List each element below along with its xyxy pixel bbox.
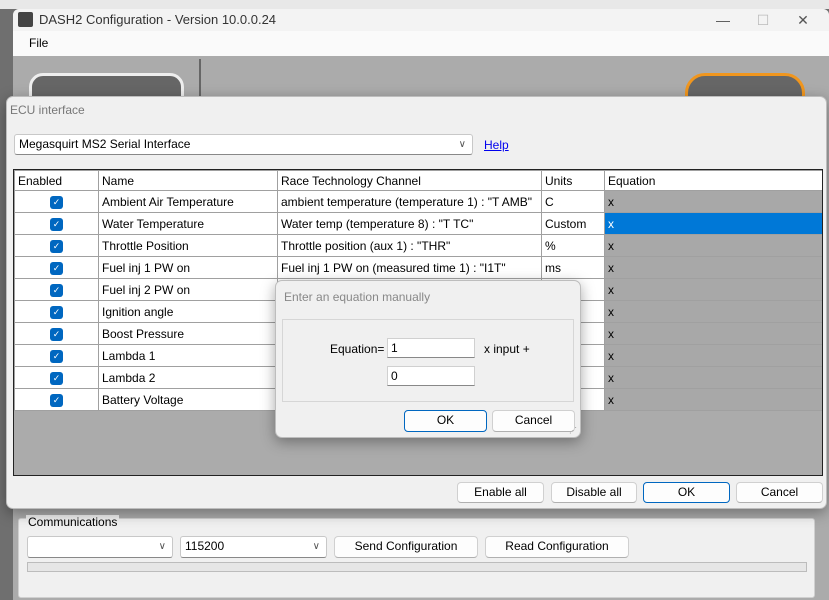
name-cell[interactable]: Fuel inj 1 PW on	[98, 256, 278, 279]
help-link[interactable]: Help	[484, 138, 509, 152]
disable-all-button[interactable]: Disable all	[551, 482, 637, 503]
equation-cell[interactable]: x	[604, 388, 822, 411]
enabled-cell[interactable]: ✓	[14, 322, 99, 345]
maximize-button[interactable]: ☐	[743, 9, 783, 31]
name-cell[interactable]: Battery Voltage	[98, 388, 278, 411]
communications-label: Communications	[26, 515, 120, 529]
units-cell[interactable]: Custom	[541, 212, 605, 235]
units-cell[interactable]: %	[541, 234, 605, 257]
equation-dialog: Enter an equation manually Equation= 1 x…	[275, 280, 581, 438]
title-bar: DASH2 Configuration - Version 10.0.0.24 …	[13, 9, 829, 31]
equation-cell[interactable]: x	[604, 322, 822, 345]
ok-button[interactable]: OK	[643, 482, 730, 503]
equation-dialog-title: Enter an equation manually	[284, 290, 431, 304]
baud-value: 115200	[185, 539, 225, 553]
equation-label: Equation=	[330, 342, 385, 356]
name-cell[interactable]: Ambient Air Temperature	[98, 190, 278, 213]
chevron-down-icon: ∨	[458, 139, 466, 150]
channel-cell[interactable]: Fuel inj 1 PW on (measured time 1) : "I1…	[277, 256, 542, 279]
name-cell[interactable]: Water Temperature	[98, 212, 278, 235]
baud-select[interactable]: 115200 ∨	[180, 536, 327, 558]
checkbox-checked-icon[interactable]: ✓	[50, 218, 63, 231]
checkbox-checked-icon[interactable]: ✓	[50, 284, 63, 297]
equation-cancel-button[interactable]: Cancel	[492, 410, 575, 432]
enabled-cell[interactable]: ✓	[14, 190, 99, 213]
send-configuration-button[interactable]: Send Configuration	[334, 536, 478, 558]
enabled-cell[interactable]: ✓	[14, 300, 99, 323]
enabled-cell[interactable]: ✓	[14, 256, 99, 279]
enabled-cell[interactable]: ✓	[14, 278, 99, 301]
input-suffix-label: x input +	[484, 342, 530, 356]
channel-cell[interactable]: ambient temperature (temperature 1) : "T…	[277, 190, 542, 213]
interface-value: Megasquirt MS2 Serial Interface	[19, 137, 191, 151]
enabled-cell[interactable]: ✓	[14, 344, 99, 367]
offset-input[interactable]: 0	[387, 366, 475, 386]
name-cell[interactable]: Lambda 1	[98, 344, 278, 367]
column-header[interactable]: Race Technology Channel	[277, 170, 542, 191]
checkbox-checked-icon[interactable]: ✓	[50, 262, 63, 275]
multiplier-input[interactable]: 1	[387, 338, 475, 358]
cancel-button[interactable]: Cancel	[736, 482, 823, 503]
equation-cell[interactable]: x	[604, 366, 822, 389]
name-cell[interactable]: Throttle Position	[98, 234, 278, 257]
name-cell[interactable]: Boost Pressure	[98, 322, 278, 345]
name-cell[interactable]: Ignition angle	[98, 300, 278, 323]
close-button[interactable]: ✕	[783, 9, 823, 31]
channel-cell[interactable]: Water temp (temperature 8) : "T TC"	[277, 212, 542, 235]
checkbox-checked-icon[interactable]: ✓	[50, 328, 63, 341]
menu-bar: File	[13, 31, 829, 56]
channel-cell[interactable]: Throttle position (aux 1) : "THR"	[277, 234, 542, 257]
enabled-cell[interactable]: ✓	[14, 388, 99, 411]
units-cell[interactable]: C	[541, 190, 605, 213]
checkbox-checked-icon[interactable]: ✓	[50, 350, 63, 363]
checkbox-checked-icon[interactable]: ✓	[50, 372, 63, 385]
menu-file[interactable]: File	[29, 36, 48, 50]
equation-cell[interactable]: x	[604, 212, 822, 235]
equation-cell[interactable]: x	[604, 190, 822, 213]
equation-cell[interactable]: x	[604, 278, 822, 301]
divider	[199, 59, 201, 99]
progress-bar	[27, 562, 807, 572]
enable-all-button[interactable]: Enable all	[457, 482, 544, 503]
table-row[interactable]: ✓ Water Temperature Water temp (temperat…	[14, 212, 822, 235]
port-select[interactable]: ∨	[27, 536, 173, 558]
checkbox-checked-icon[interactable]: ✓	[50, 240, 63, 253]
desktop-background	[0, 0, 829, 9]
enabled-cell[interactable]: ✓	[14, 234, 99, 257]
equation-group	[282, 319, 574, 402]
units-cell[interactable]: ms	[541, 256, 605, 279]
equation-cell[interactable]: x	[604, 300, 822, 323]
equation-cell[interactable]: x	[604, 234, 822, 257]
name-cell[interactable]: Fuel inj 2 PW on	[98, 278, 278, 301]
window-title: DASH2 Configuration - Version 10.0.0.24	[39, 12, 277, 27]
read-configuration-button[interactable]: Read Configuration	[485, 536, 629, 558]
table-row[interactable]: ✓ Throttle Position Throttle position (a…	[14, 234, 822, 257]
checkbox-checked-icon[interactable]: ✓	[50, 394, 63, 407]
enabled-cell[interactable]: ✓	[14, 212, 99, 235]
enabled-cell[interactable]: ✓	[14, 366, 99, 389]
table-row[interactable]: ✓ Fuel inj 1 PW on Fuel inj 1 PW on (mea…	[14, 256, 822, 279]
column-header[interactable]: Equation	[604, 170, 822, 191]
resize-grip-icon[interactable]: ⋰	[569, 426, 577, 435]
minimize-button[interactable]: —	[703, 9, 743, 31]
checkbox-checked-icon[interactable]: ✓	[50, 196, 63, 209]
dialog-title: ECU interface	[10, 103, 85, 117]
column-header[interactable]: Name	[98, 170, 278, 191]
app-icon	[18, 12, 33, 27]
communications-group: Communications ∨ 115200 ∨ Send Configurat…	[18, 515, 815, 598]
column-header[interactable]: Enabled	[14, 170, 99, 191]
interface-select[interactable]: Megasquirt MS2 Serial Interface ∨	[14, 134, 473, 155]
checkbox-checked-icon[interactable]: ✓	[50, 306, 63, 319]
chevron-down-icon: ∨	[158, 541, 166, 552]
column-header[interactable]: Units	[541, 170, 605, 191]
name-cell[interactable]: Lambda 2	[98, 366, 278, 389]
table-row[interactable]: ✓ Ambient Air Temperature ambient temper…	[14, 190, 822, 213]
equation-ok-button[interactable]: OK	[404, 410, 487, 432]
equation-cell[interactable]: x	[604, 256, 822, 279]
chevron-down-icon: ∨	[312, 541, 320, 552]
equation-cell[interactable]: x	[604, 344, 822, 367]
